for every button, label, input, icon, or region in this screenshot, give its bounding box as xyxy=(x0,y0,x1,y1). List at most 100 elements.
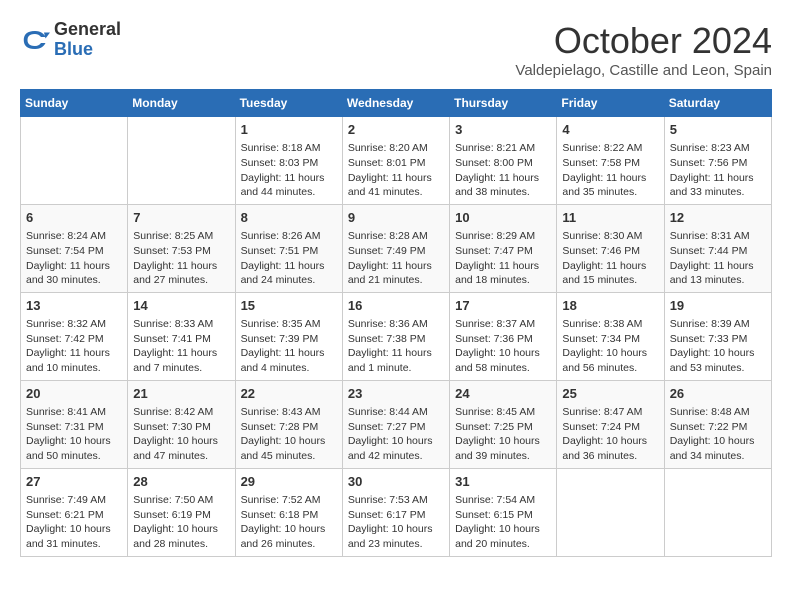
day-number: 8 xyxy=(241,209,337,227)
calendar-cell xyxy=(128,117,235,205)
calendar-cell: 14 Sunrise: 8:33 AMSunset: 7:41 PMDayligh… xyxy=(128,292,235,380)
calendar-cell: 10 Sunrise: 8:29 AMSunset: 7:47 PMDayligh… xyxy=(450,204,557,292)
cell-sun-info: Sunrise: 8:26 AMSunset: 7:51 PMDaylight:… xyxy=(241,229,337,288)
cell-sun-info: Sunrise: 8:23 AMSunset: 7:56 PMDaylight:… xyxy=(670,141,766,200)
calendar-cell: 1Sunrise: 8:18 AMSunset: 8:03 PMDaylight… xyxy=(235,117,342,205)
cell-sun-info: Sunrise: 8:22 AMSunset: 7:58 PMDaylight:… xyxy=(562,141,658,200)
cell-sun-info: Sunrise: 8:44 AMSunset: 7:27 PMDaylight:… xyxy=(348,405,444,464)
calendar-cell: 24 Sunrise: 8:45 AMSunset: 7:25 PMDayligh… xyxy=(450,380,557,468)
calendar-cell: 23 Sunrise: 8:44 AMSunset: 7:27 PMDayligh… xyxy=(342,380,449,468)
day-number: 28 xyxy=(133,473,229,491)
day-number: 16 xyxy=(348,297,444,315)
month-title: October 2024 xyxy=(515,20,772,62)
calendar-cell: 28Sunrise: 7:50 AMSunset: 6:19 PMDayligh… xyxy=(128,468,235,556)
calendar-cell: 13 Sunrise: 8:32 AMSunset: 7:42 PMDayligh… xyxy=(21,292,128,380)
cell-sun-info: Sunrise: 8:41 AMSunset: 7:31 PMDaylight:… xyxy=(26,405,122,464)
cell-sun-info: Sunrise: 8:36 AMSunset: 7:38 PMDaylight:… xyxy=(348,317,444,376)
day-number: 27 xyxy=(26,473,122,491)
weekday-header-tuesday: Tuesday xyxy=(235,90,342,117)
day-number: 31 xyxy=(455,473,551,491)
calendar-cell: 22 Sunrise: 8:43 AMSunset: 7:28 PMDayligh… xyxy=(235,380,342,468)
day-number: 18 xyxy=(562,297,658,315)
cell-sun-info: Sunrise: 8:18 AMSunset: 8:03 PMDaylight:… xyxy=(241,141,337,200)
calendar-cell xyxy=(557,468,664,556)
location: Valdepielago, Castille and Leon, Spain xyxy=(515,62,772,79)
cell-sun-info: Sunrise: 7:53 AMSunset: 6:17 PMDaylight:… xyxy=(348,493,444,552)
cell-sun-info: Sunrise: 8:47 AMSunset: 7:24 PMDaylight:… xyxy=(562,405,658,464)
week-row-2: 6 Sunrise: 8:24 AMSunset: 7:54 PMDaylight… xyxy=(21,204,772,292)
cell-sun-info: Sunrise: 8:20 AMSunset: 8:01 PMDaylight:… xyxy=(348,141,444,200)
day-number: 2 xyxy=(348,121,444,139)
cell-sun-info: Sunrise: 8:39 AMSunset: 7:33 PMDaylight:… xyxy=(670,317,766,376)
day-number: 12 xyxy=(670,209,766,227)
calendar: SundayMondayTuesdayWednesdayThursdayFrid… xyxy=(20,89,772,557)
calendar-cell: 8 Sunrise: 8:26 AMSunset: 7:51 PMDaylight… xyxy=(235,204,342,292)
day-number: 26 xyxy=(670,385,766,403)
cell-sun-info: Sunrise: 7:54 AMSunset: 6:15 PMDaylight:… xyxy=(455,493,551,552)
weekday-header-wednesday: Wednesday xyxy=(342,90,449,117)
cell-sun-info: Sunrise: 8:33 AMSunset: 7:41 PMDaylight:… xyxy=(133,317,229,376)
cell-sun-info: Sunrise: 8:37 AMSunset: 7:36 PMDaylight:… xyxy=(455,317,551,376)
calendar-cell: 5 Sunrise: 8:23 AMSunset: 7:56 PMDaylight… xyxy=(664,117,771,205)
page-header: General Blue October 2024 Valdepielago, … xyxy=(20,20,772,79)
weekday-header-sunday: Sunday xyxy=(21,90,128,117)
calendar-cell: 15 Sunrise: 8:35 AMSunset: 7:39 PMDayligh… xyxy=(235,292,342,380)
cell-sun-info: Sunrise: 8:30 AMSunset: 7:46 PMDaylight:… xyxy=(562,229,658,288)
calendar-cell: 20 Sunrise: 8:41 AMSunset: 7:31 PMDayligh… xyxy=(21,380,128,468)
calendar-cell xyxy=(664,468,771,556)
cell-sun-info: Sunrise: 8:24 AMSunset: 7:54 PMDaylight:… xyxy=(26,229,122,288)
day-number: 11 xyxy=(562,209,658,227)
day-number: 30 xyxy=(348,473,444,491)
day-number: 23 xyxy=(348,385,444,403)
week-row-1: 1Sunrise: 8:18 AMSunset: 8:03 PMDaylight… xyxy=(21,117,772,205)
week-row-4: 20 Sunrise: 8:41 AMSunset: 7:31 PMDayligh… xyxy=(21,380,772,468)
calendar-cell: 4Sunrise: 8:22 AMSunset: 7:58 PMDaylight… xyxy=(557,117,664,205)
logo-blue: Blue xyxy=(54,40,121,60)
day-number: 17 xyxy=(455,297,551,315)
cell-sun-info: Sunrise: 8:45 AMSunset: 7:25 PMDaylight:… xyxy=(455,405,551,464)
calendar-cell: 27Sunrise: 7:49 AMSunset: 6:21 PMDayligh… xyxy=(21,468,128,556)
day-number: 22 xyxy=(241,385,337,403)
weekday-header-thursday: Thursday xyxy=(450,90,557,117)
weekday-header-saturday: Saturday xyxy=(664,90,771,117)
cell-sun-info: Sunrise: 8:29 AMSunset: 7:47 PMDaylight:… xyxy=(455,229,551,288)
calendar-cell: 19Sunrise: 8:39 AMSunset: 7:33 PMDayligh… xyxy=(664,292,771,380)
calendar-cell: 25 Sunrise: 8:47 AMSunset: 7:24 PMDayligh… xyxy=(557,380,664,468)
cell-sun-info: Sunrise: 8:28 AMSunset: 7:49 PMDaylight:… xyxy=(348,229,444,288)
cell-sun-info: Sunrise: 7:52 AMSunset: 6:18 PMDaylight:… xyxy=(241,493,337,552)
calendar-cell: 16 Sunrise: 8:36 AMSunset: 7:38 PMDayligh… xyxy=(342,292,449,380)
day-number: 25 xyxy=(562,385,658,403)
weekday-header-friday: Friday xyxy=(557,90,664,117)
day-number: 24 xyxy=(455,385,551,403)
calendar-cell: 6 Sunrise: 8:24 AMSunset: 7:54 PMDaylight… xyxy=(21,204,128,292)
calendar-cell: 7Sunrise: 8:25 AMSunset: 7:53 PMDaylight… xyxy=(128,204,235,292)
logo: General Blue xyxy=(20,20,121,60)
calendar-cell: 11 Sunrise: 8:30 AMSunset: 7:46 PMDayligh… xyxy=(557,204,664,292)
calendar-cell xyxy=(21,117,128,205)
day-number: 3 xyxy=(455,121,551,139)
calendar-cell: 17 Sunrise: 8:37 AMSunset: 7:36 PMDayligh… xyxy=(450,292,557,380)
calendar-cell: 21Sunrise: 8:42 AMSunset: 7:30 PMDayligh… xyxy=(128,380,235,468)
day-number: 5 xyxy=(670,121,766,139)
day-number: 13 xyxy=(26,297,122,315)
calendar-cell: 30 Sunrise: 7:53 AMSunset: 6:17 PMDayligh… xyxy=(342,468,449,556)
logo-icon xyxy=(20,25,50,55)
calendar-cell: 9Sunrise: 8:28 AMSunset: 7:49 PMDaylight… xyxy=(342,204,449,292)
day-number: 20 xyxy=(26,385,122,403)
day-number: 10 xyxy=(455,209,551,227)
day-number: 15 xyxy=(241,297,337,315)
day-number: 14 xyxy=(133,297,229,315)
day-number: 6 xyxy=(26,209,122,227)
cell-sun-info: Sunrise: 8:43 AMSunset: 7:28 PMDaylight:… xyxy=(241,405,337,464)
day-number: 7 xyxy=(133,209,229,227)
calendar-cell: 3Sunrise: 8:21 AMSunset: 8:00 PMDaylight… xyxy=(450,117,557,205)
calendar-cell: 29 Sunrise: 7:52 AMSunset: 6:18 PMDayligh… xyxy=(235,468,342,556)
cell-sun-info: Sunrise: 8:35 AMSunset: 7:39 PMDaylight:… xyxy=(241,317,337,376)
cell-sun-info: Sunrise: 8:32 AMSunset: 7:42 PMDaylight:… xyxy=(26,317,122,376)
logo-general: General xyxy=(54,20,121,40)
day-number: 29 xyxy=(241,473,337,491)
cell-sun-info: Sunrise: 8:42 AMSunset: 7:30 PMDaylight:… xyxy=(133,405,229,464)
weekday-header-row: SundayMondayTuesdayWednesdayThursdayFrid… xyxy=(21,90,772,117)
cell-sun-info: Sunrise: 8:48 AMSunset: 7:22 PMDaylight:… xyxy=(670,405,766,464)
calendar-cell: 31 Sunrise: 7:54 AMSunset: 6:15 PMDayligh… xyxy=(450,468,557,556)
